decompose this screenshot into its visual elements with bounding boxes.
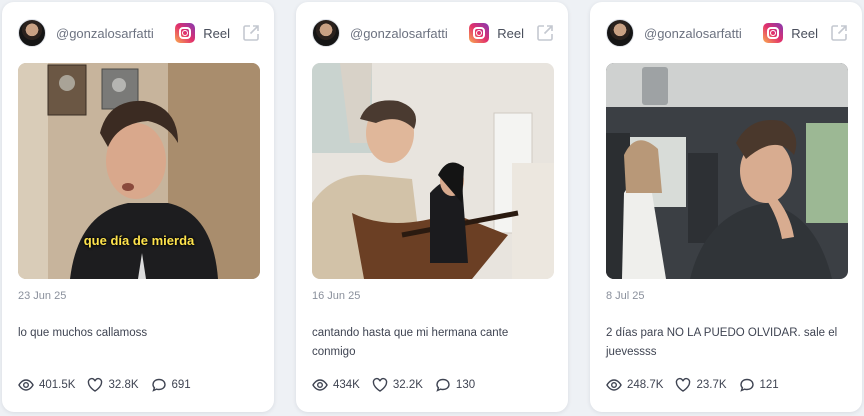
views-count: 401.5K [39,379,76,391]
comment-icon [151,378,166,392]
likes-stat: 32.8K [87,377,139,393]
post-card[interactable]: @gonzalosarfatti Reel 8 Jul 25 2 días pa… [590,2,862,412]
comments-count: 130 [455,379,476,391]
comments-count: 691 [171,379,191,391]
views-stat: 401.5K [18,377,75,393]
instagram-icon [763,23,784,43]
comments-stat: 130 [435,377,475,393]
comments-count: 121 [759,379,779,391]
views-count: 248.7K [627,379,664,391]
post-stats: 401.5K 32.8K 691 [18,376,203,394]
post-type-label: Reel [203,25,230,41]
thumbnail-caption: que día de mierda [83,233,195,248]
post-thumbnail[interactable]: que día de mierda [18,63,260,279]
username[interactable]: @gonzalosarfatti [644,26,763,41]
post-stats: 434K 32.2K 130 [312,376,487,394]
likes-stat: 32.2K [372,377,423,393]
card-header: @gonzalosarfatti Reel [606,19,848,47]
post-thumbnail[interactable] [312,63,554,279]
likes-count: 32.8K [108,379,139,391]
post-description: lo que muchos callamoss [18,327,148,339]
avatar[interactable] [18,19,46,47]
instagram-icon [175,23,196,43]
comments-stat: 121 [739,377,779,393]
external-link-icon[interactable] [830,24,848,42]
post-stats: 248.7K 23.7K 121 [606,376,791,394]
heart-icon [676,377,691,392]
post-type-label: Reel [791,25,818,41]
post-date: 8 Jul 25 [606,290,645,302]
eye-icon [18,379,34,391]
instagram-icon [469,23,490,43]
avatar[interactable] [606,19,634,47]
post-card[interactable]: @gonzalosarfatti Reel que día de mierda … [2,2,274,412]
views-count: 434K [333,379,360,391]
external-link-icon[interactable] [242,24,260,42]
eye-icon [312,379,328,391]
likes-count: 23.7K [696,379,727,391]
likes-count: 32.2K [392,379,423,391]
post-description: cantando hasta que mi hermana cante conm… [312,327,509,358]
post-card[interactable]: @gonzalosarfatti Reel 16 Jun 25 cantando… [296,2,568,412]
comment-icon [739,378,754,392]
eye-icon [606,379,622,391]
post-description: 2 días para NO LA PUEDO OLVIDAR. sale el… [606,327,838,358]
external-link-icon[interactable] [536,24,554,42]
views-stat: 248.7K [606,377,663,393]
post-thumbnail[interactable] [606,63,848,279]
card-header: @gonzalosarfatti Reel [312,19,554,47]
views-stat: 434K [312,377,360,393]
username[interactable]: @gonzalosarfatti [350,26,469,41]
likes-stat: 23.7K [675,377,727,393]
thumbnail-image [312,63,554,279]
post-type-label: Reel [497,25,524,41]
post-date: 16 Jun 25 [312,290,361,302]
card-header: @gonzalosarfatti Reel [18,19,260,47]
avatar[interactable] [312,19,340,47]
username[interactable]: @gonzalosarfatti [56,26,175,41]
comment-icon [436,378,450,392]
heart-icon [88,377,103,392]
post-date: 23 Jun 25 [18,290,67,302]
thumbnail-image [606,63,848,279]
comments-stat: 691 [151,377,191,393]
heart-icon [372,377,388,392]
